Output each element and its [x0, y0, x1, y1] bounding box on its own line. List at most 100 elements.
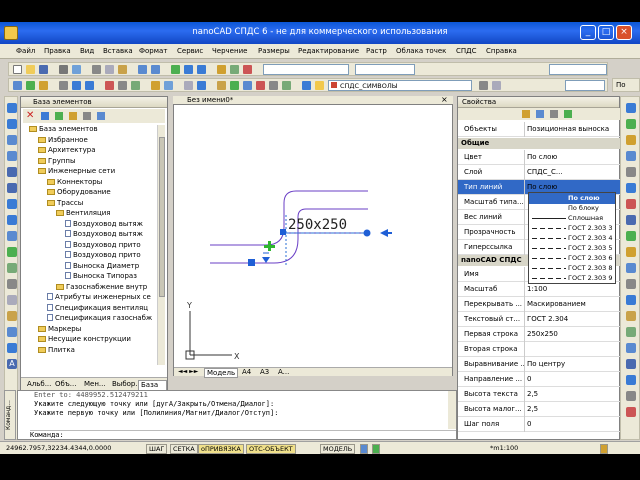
tree-scrollbar[interactable]	[157, 125, 165, 365]
region-icon[interactable]	[7, 327, 17, 337]
save-icon[interactable]	[39, 65, 48, 74]
tree-item[interactable]: Оборудование	[47, 188, 111, 196]
tree-item[interactable]: Атрибуты инженерных се	[47, 293, 151, 301]
grid-toggle[interactable]: СЕТКА	[170, 444, 198, 454]
multiline-text-icon[interactable]: A	[7, 359, 17, 369]
cut-icon[interactable]	[92, 65, 101, 74]
layers-icon[interactable]	[230, 65, 239, 74]
maximize-button[interactable]: □	[598, 25, 614, 40]
tab-nav-arrows[interactable]: ◄◄ ►►	[176, 368, 200, 375]
spds-tool-icon[interactable]	[626, 391, 636, 401]
base-tool-icon[interactable]	[69, 112, 77, 120]
properties-icon[interactable]	[217, 65, 226, 74]
arc-icon[interactable]	[7, 167, 17, 177]
move-icon[interactable]	[59, 81, 68, 90]
erase-icon[interactable]	[105, 81, 114, 90]
menu-format[interactable]: Формат	[139, 47, 167, 55]
tree-item[interactable]: Трассы	[47, 199, 83, 207]
circle-icon[interactable]	[7, 183, 17, 193]
insert-block-icon[interactable]	[7, 247, 17, 257]
leader-icon[interactable]	[269, 81, 278, 90]
gradient-icon[interactable]	[7, 311, 17, 321]
tree-item[interactable]: Воздуховод прито	[65, 251, 141, 259]
layer-combo[interactable]: СПДС_СИМВОЛЫ	[328, 80, 472, 91]
hatch-tool-icon[interactable]	[7, 295, 17, 305]
menu-raster[interactable]: Растр	[366, 47, 387, 55]
tree-item[interactable]: Избранное	[38, 136, 88, 144]
base-tool-icon[interactable]	[55, 112, 63, 120]
property-row[interactable]: Шаг поля 0	[458, 417, 621, 432]
tree-item[interactable]: Коннекторы	[47, 178, 102, 186]
base-tool-icon[interactable]	[41, 112, 49, 120]
tree-item[interactable]: Архитектура	[38, 146, 96, 154]
property-row[interactable]: Текстовый ст... ГОСТ 2.304	[458, 312, 621, 327]
block-icon[interactable]	[164, 81, 173, 90]
spds-tool-icon[interactable]	[626, 279, 636, 289]
rotate-icon[interactable]	[72, 81, 81, 90]
zoom-window-icon[interactable]	[197, 65, 206, 74]
array-icon[interactable]	[197, 81, 206, 90]
property-row[interactable]: Высота текста 2,5	[458, 387, 621, 402]
drawing-canvas[interactable]: 250x250 Y X ◄◄ ►► Модель A4 A3 A...	[173, 104, 453, 378]
arrow-grip-handle[interactable]	[262, 257, 270, 263]
spds-tool-icon[interactable]	[626, 343, 636, 353]
menu-insert[interactable]: Вставка	[103, 47, 133, 55]
dim-style-combo[interactable]	[355, 64, 415, 75]
scale-readout[interactable]: *m1:100	[488, 444, 521, 454]
tree-item[interactable]: Спецификация вентиляц	[47, 303, 148, 312]
spds-tool-icon[interactable]	[626, 103, 636, 113]
tree-item[interactable]: Воздуховод вытяж	[65, 230, 143, 238]
text-icon[interactable]	[243, 81, 252, 90]
copy-icon[interactable]	[105, 65, 114, 74]
tree-item[interactable]: Вентиляция	[56, 209, 111, 217]
menu-spds[interactable]: СПДС	[456, 47, 477, 55]
spds-tool-icon[interactable]	[626, 215, 636, 225]
ellipse-icon[interactable]	[7, 215, 17, 225]
props-tool-icon[interactable]	[564, 110, 572, 118]
zoom-icon[interactable]	[184, 65, 193, 74]
make-block-icon[interactable]	[7, 263, 17, 273]
table-icon[interactable]	[282, 81, 291, 90]
property-row[interactable]: Перекрывать ... Маскированием	[458, 297, 621, 312]
property-row[interactable]: Цвет По слою	[458, 150, 621, 165]
property-row[interactable]: Слой СПДС_С...	[458, 165, 621, 180]
undo-icon[interactable]	[138, 65, 147, 74]
measure-icon[interactable]	[217, 81, 226, 90]
layer-freeze-icon[interactable]	[302, 81, 311, 90]
tree-item[interactable]: Плитка	[38, 346, 75, 354]
spds-tool-icon[interactable]	[626, 327, 636, 337]
spds-tool-icon[interactable]	[626, 295, 636, 305]
property-row[interactable]: Вторая строка	[458, 342, 621, 357]
ellipse-arc-icon[interactable]	[7, 231, 17, 241]
property-row[interactable]: Выравнивание ... По центру	[458, 357, 621, 372]
tab-objects[interactable]: Объ...	[53, 380, 78, 388]
layer-prev-icon[interactable]	[479, 81, 488, 90]
base-tool-icon[interactable]	[97, 112, 105, 120]
spds-tool-icon[interactable]	[626, 375, 636, 385]
tree-item[interactable]: Выноска Типораз	[65, 272, 137, 280]
explode-icon[interactable]	[151, 81, 160, 90]
menu-point-clouds[interactable]: Облака точек	[396, 47, 446, 55]
drawing-tab-title[interactable]: Без имени0*	[187, 96, 233, 104]
spds-tool-icon[interactable]	[626, 119, 636, 129]
grip-handle[interactable]	[248, 259, 255, 266]
color-combo[interactable]	[565, 80, 605, 91]
props-tool-icon[interactable]	[536, 110, 544, 118]
layer-iso-icon[interactable]	[492, 81, 501, 90]
spds-tool-icon[interactable]	[626, 199, 636, 209]
spds-tool-icon[interactable]	[626, 167, 636, 177]
tree-item[interactable]: Группы	[38, 157, 76, 165]
tree-item[interactable]: База элементов	[29, 125, 98, 133]
linetype-dropdown[interactable]: По слою По блоку Сплошная ГОСТ 2.303 3 ГОСТ …	[528, 192, 616, 284]
redo-icon[interactable]	[151, 65, 160, 74]
spds-tool-icon[interactable]	[626, 263, 636, 273]
line-icon[interactable]	[7, 103, 17, 113]
otrack-toggle[interactable]: ОТС-ОБЪЕКТ	[246, 444, 296, 454]
new-icon[interactable]	[13, 65, 22, 74]
tab-manager[interactable]: Мен...	[82, 380, 108, 388]
tree-item[interactable]: Несущие конструкции	[38, 335, 131, 343]
hatch-icon[interactable]	[230, 81, 239, 90]
tab-a3[interactable]: A3	[258, 368, 271, 376]
offset-icon[interactable]	[131, 81, 140, 90]
menu-dimensions[interactable]: Размеры	[258, 47, 290, 55]
